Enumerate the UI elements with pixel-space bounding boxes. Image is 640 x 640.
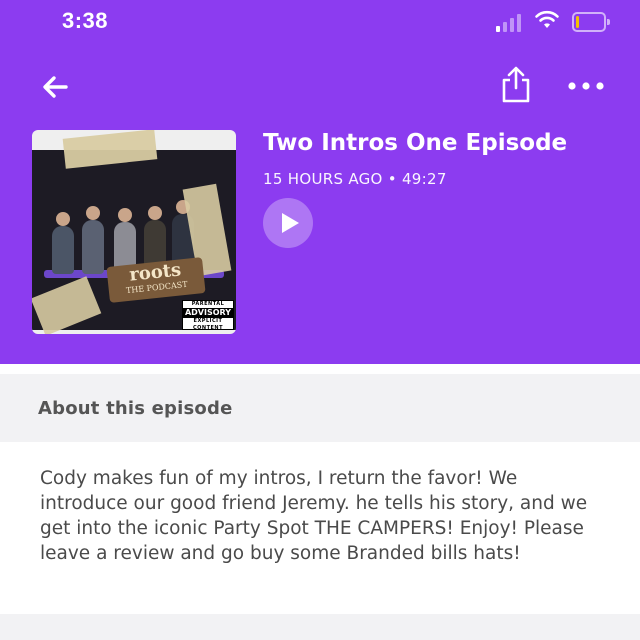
episode-description: Cody makes fun of my intros, I return th… bbox=[40, 468, 588, 564]
wifi-icon bbox=[535, 10, 559, 28]
bottom-divider bbox=[0, 614, 640, 640]
play-icon bbox=[282, 213, 299, 233]
back-button[interactable] bbox=[38, 70, 72, 104]
episode-meta: 15 HOURS AGO • 49:27 bbox=[263, 170, 447, 188]
episode-title: Two Intros One Episode bbox=[263, 130, 568, 156]
cellular-signal-icon bbox=[496, 12, 524, 32]
episode-artwork: roots THE PODCAST PARENTAL ADVISORY EXPL… bbox=[32, 130, 236, 334]
share-button[interactable] bbox=[498, 64, 534, 106]
status-time: 3:38 bbox=[62, 8, 109, 33]
about-section-header: About this episode bbox=[0, 374, 640, 442]
parental-advisory-label: PARENTAL ADVISORY EXPLICIT CONTENT bbox=[182, 300, 234, 331]
battery-level bbox=[576, 16, 579, 28]
battery-icon bbox=[572, 12, 610, 32]
play-button[interactable] bbox=[263, 198, 313, 248]
episode-header: 3:38 roots THE PODCAST PARENTAL ADVISORY… bbox=[0, 0, 640, 364]
about-heading: About this episode bbox=[38, 398, 233, 419]
more-options-button[interactable] bbox=[566, 76, 606, 96]
